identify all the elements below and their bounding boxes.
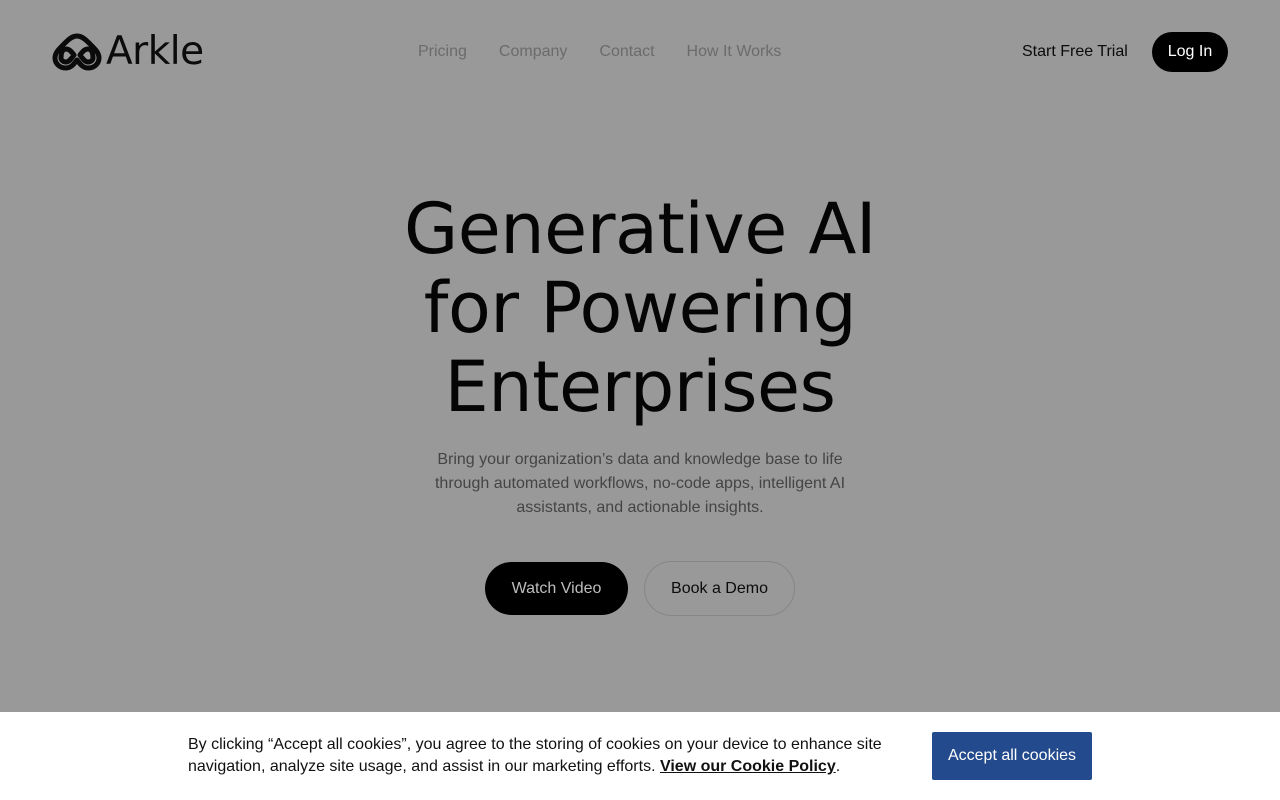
hero-title-line-2: for Powering: [423, 267, 857, 349]
cookie-message-trailing: .: [835, 758, 841, 775]
nav-link-pricing[interactable]: Pricing: [418, 41, 467, 63]
cookie-banner: By clicking “Accept all cookies”, you ag…: [0, 712, 1280, 800]
brand-logo[interactable]: Arkle: [52, 29, 204, 74]
cookie-message: By clicking “Accept all cookies”, you ag…: [188, 734, 908, 778]
hero-title: Generative AI for Powering Enterprises: [340, 190, 940, 427]
book-demo-button[interactable]: Book a Demo: [644, 561, 795, 616]
infinity-mark-icon: [52, 33, 102, 71]
site-header: Arkle Pricing Company Contact How It Wor…: [0, 0, 1280, 104]
hero-subtitle: Bring your organization’s data and knowl…: [434, 451, 846, 516]
nav-link-contact[interactable]: Contact: [599, 41, 654, 63]
hero-title-line-3: Enterprises: [444, 346, 836, 428]
accept-all-cookies-button[interactable]: Accept all cookies: [932, 732, 1092, 780]
brand-name: Arkle: [106, 29, 204, 74]
main-nav: Pricing Company Contact How It Works: [418, 41, 781, 63]
nav-link-how-it-works[interactable]: How It Works: [687, 41, 782, 63]
nav-link-company[interactable]: Company: [499, 41, 567, 63]
page: Arkle Pricing Company Contact How It Wor…: [0, 0, 1280, 800]
watch-video-button[interactable]: Watch Video: [485, 562, 628, 615]
log-in-button[interactable]: Log In: [1152, 32, 1228, 72]
hero-title-line-1: Generative AI: [403, 188, 877, 270]
cookie-policy-link[interactable]: View our Cookie Policy: [660, 758, 836, 775]
start-free-trial-link[interactable]: Start Free Trial: [1022, 41, 1128, 63]
